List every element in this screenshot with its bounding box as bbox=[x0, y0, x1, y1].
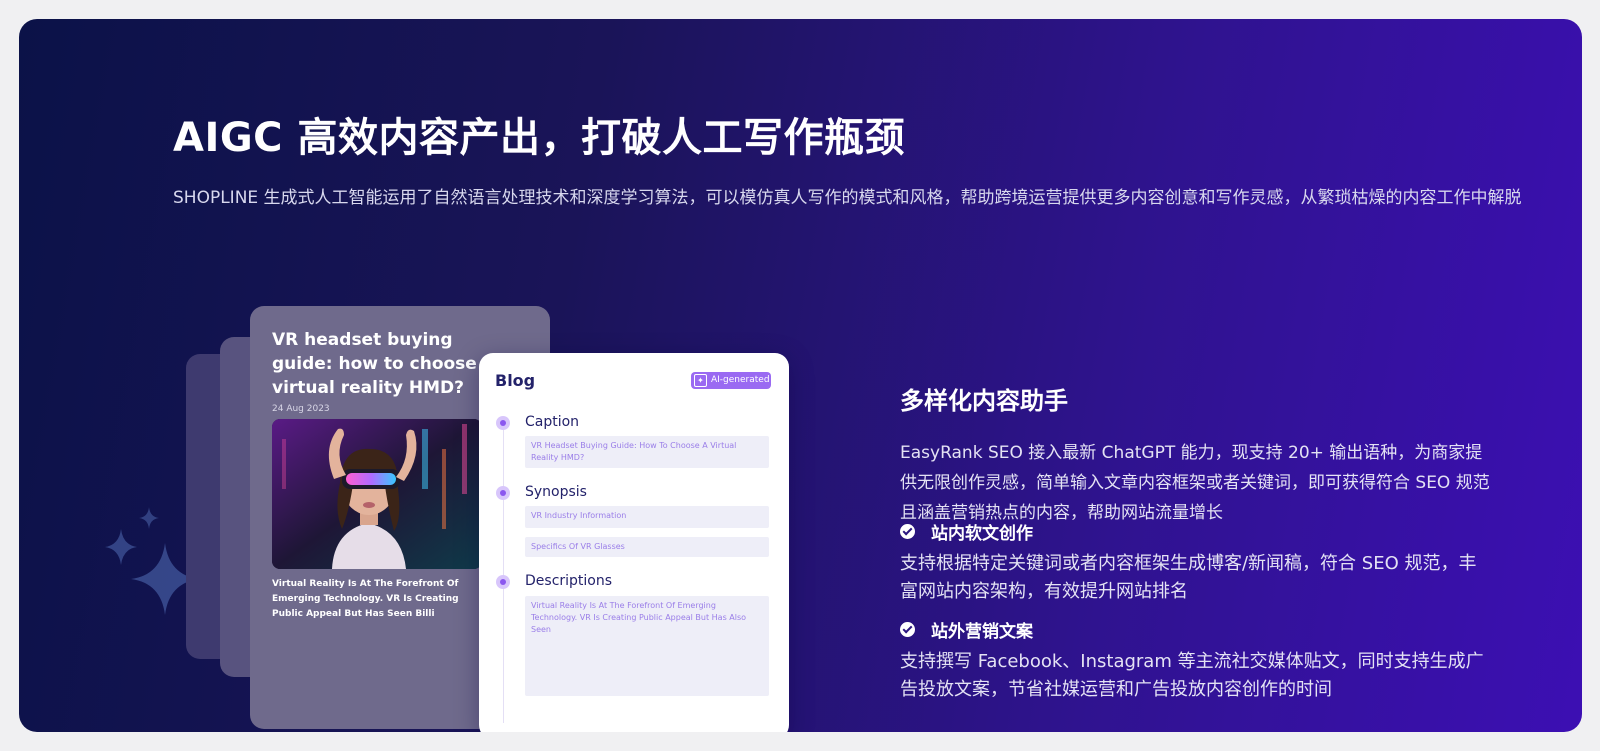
blog-title: Blog bbox=[495, 371, 536, 390]
sparkle-icon: ✦ bbox=[694, 374, 707, 387]
hero-subtitle: SHOPLINE 生成式人工智能运用了自然语言处理技术和深度学习算法，可以模仿真… bbox=[173, 188, 1522, 208]
check-circle-icon bbox=[900, 524, 915, 539]
feature-text: 支持根据特定关键词或者内容框架生成博客/新闻稿，符合 SEO 规范，丰富网站内容… bbox=[900, 553, 1477, 602]
feature-item-onsite: 站内软文创作 bbox=[900, 519, 1033, 544]
synopsis-field-2[interactable]: Specifics Of VR Glasses bbox=[525, 537, 769, 557]
feature-name: 站外营销文案 bbox=[931, 622, 1033, 642]
blog-ai-card: Blog ✦ AI-generated Caption VR Headset B… bbox=[479, 353, 789, 732]
vr-photo-illustration bbox=[272, 419, 482, 569]
ai-generated-badge: ✦ AI-generated bbox=[691, 372, 771, 389]
feature-item-offsite: 站外营销文案 bbox=[900, 617, 1033, 642]
timeline-line bbox=[503, 423, 504, 723]
caption-field[interactable]: VR Headset Buying Guide: How To Choose A… bbox=[525, 436, 769, 468]
timeline-dot-icon bbox=[496, 575, 510, 589]
ai-badge-label: AI-generated bbox=[711, 375, 770, 385]
vr-headset-photo bbox=[272, 419, 482, 569]
features-title: 多样化内容助手 bbox=[900, 387, 1068, 415]
feature-name: 站内软文创作 bbox=[931, 524, 1033, 544]
hero-title: AIGC 高效内容产出，打破人工写作瓶颈 bbox=[173, 115, 905, 161]
article-caption: Virtual Reality Is At The Forefront Of E… bbox=[272, 579, 459, 619]
timeline-dot-icon bbox=[496, 486, 510, 500]
article-title: VR headset buying guide: how to choose a… bbox=[272, 330, 495, 398]
hero-banner: AIGC 高效内容产出，打破人工写作瓶颈 SHOPLINE 生成式人工智能运用了… bbox=[19, 19, 1582, 732]
check-circle-icon bbox=[900, 622, 915, 637]
article-date: 24 Aug 2023 bbox=[272, 404, 330, 414]
descriptions-label: Descriptions bbox=[525, 573, 613, 589]
synopsis-label: Synopsis bbox=[525, 484, 587, 500]
caption-label: Caption bbox=[525, 414, 580, 430]
synopsis-field-1[interactable]: VR Industry Information bbox=[525, 506, 769, 528]
feature-text: 支持撰写 Facebook、Instagram 等主流社交媒体贴文，同时支持生成… bbox=[900, 651, 1484, 700]
timeline-dot-icon bbox=[496, 416, 510, 430]
descriptions-field[interactable]: Virtual Reality Is At The Forefront Of E… bbox=[525, 596, 769, 696]
features-description: EasyRank SEO 接入最新 ChatGPT 能力，现支持 20+ 输出语… bbox=[900, 443, 1490, 523]
